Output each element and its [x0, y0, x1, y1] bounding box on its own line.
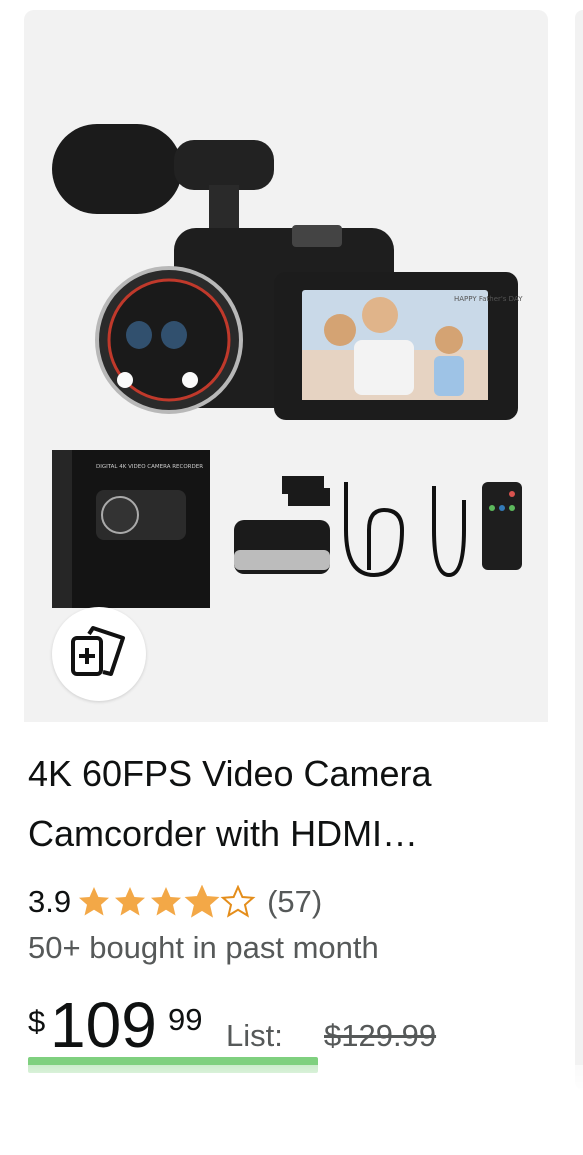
hdmi-cable: [344, 482, 405, 578]
price-whole: 109: [50, 989, 157, 1061]
compare-icon: [69, 624, 129, 685]
review-count[interactable]: (57): [267, 884, 322, 920]
list-price: $129.99: [324, 1018, 437, 1053]
bottom-fade: [0, 1065, 583, 1155]
product-image[interactable]: HAPPY Father's DAY DIGITAL 4K VIDEO CAME…: [24, 10, 548, 722]
rating-row[interactable]: 3.9 (57): [28, 880, 322, 924]
price-currency: $: [28, 1004, 46, 1039]
bought-count: 50+ bought in past month: [28, 930, 379, 965]
price-fraction: 99: [168, 1002, 203, 1037]
next-card-edge: [575, 10, 583, 1090]
screen-banner-text: HAPPY Father's DAY: [454, 295, 523, 303]
box-title-text: DIGITAL 4K VIDEO CAMERA RECORDER: [96, 464, 203, 470]
product-card[interactable]: HAPPY Father's DAY DIGITAL 4K VIDEO CAME…: [24, 10, 548, 1140]
stars-icon: [79, 886, 255, 917]
list-price-label: List:: [226, 1018, 283, 1053]
rating-value: 3.9: [28, 884, 72, 919]
product-title[interactable]: 4K 60FPS Video Camera Camcorder with HDM…: [28, 744, 508, 864]
remote-control: [482, 482, 522, 570]
usb-cable: [432, 486, 466, 578]
compare-button[interactable]: [52, 607, 146, 701]
microphone-foam: [52, 124, 182, 214]
star-rating: [77, 885, 257, 919]
